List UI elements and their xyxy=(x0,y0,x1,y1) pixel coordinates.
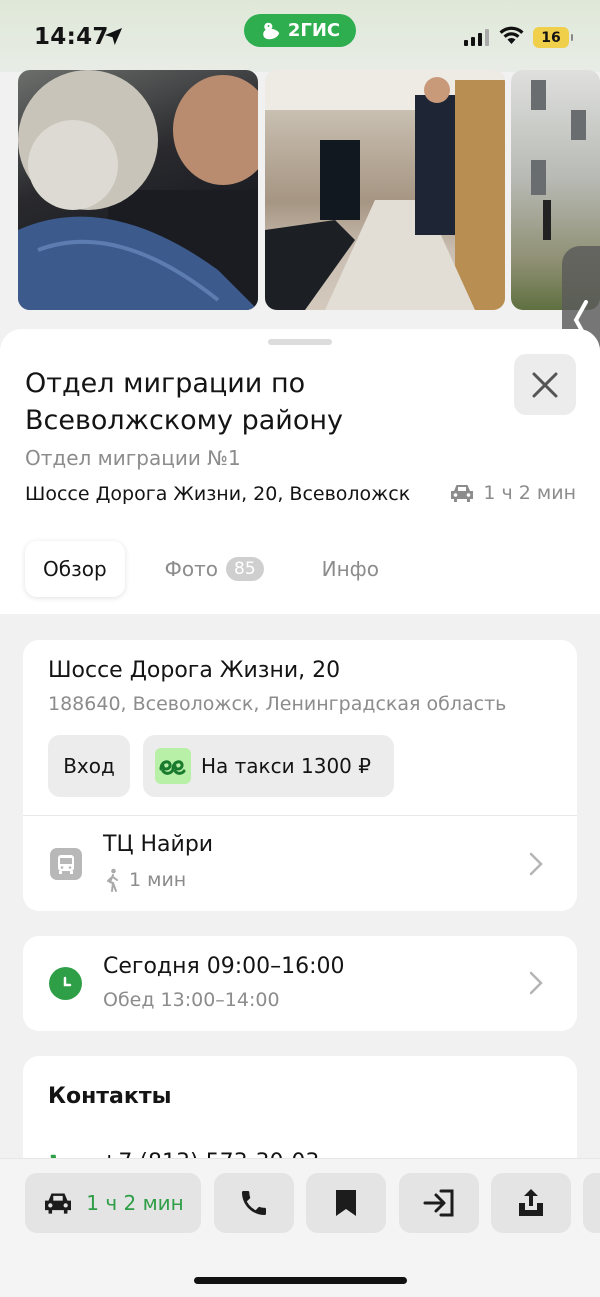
share-icon xyxy=(519,1189,543,1216)
lunch-break: Обед 13:00–14:00 xyxy=(103,989,280,1011)
brand-badge[interactable]: 2ГИС xyxy=(244,14,356,47)
place-header: Отдел миграции по Всеволжскому району От… xyxy=(0,329,600,614)
route-button[interactable]: 1 ч 2 мин xyxy=(25,1173,201,1233)
clock-icon xyxy=(49,967,82,1000)
walk-time-label: 1 мин xyxy=(129,869,187,891)
navigate-button[interactable] xyxy=(399,1173,479,1233)
tab-label: Обзор xyxy=(43,557,107,581)
car-icon xyxy=(451,485,474,502)
place-tabs: Обзор Фото 85 Инфо xyxy=(25,541,397,597)
brand-name: 2ГИС xyxy=(287,20,341,41)
bookmark-button[interactable] xyxy=(306,1173,386,1233)
photo-gallery[interactable] xyxy=(0,70,600,394)
tab-label: Фото xyxy=(164,557,218,581)
place-address[interactable]: Шоссе Дорога Жизни, 20, Всеволожск xyxy=(25,483,410,505)
hours-card[interactable]: Сегодня 09:00–16:00 Обед 13:00–14:00 xyxy=(23,936,577,1031)
duck-logo-icon xyxy=(263,22,280,39)
contacts-heading: Контакты xyxy=(48,1084,172,1109)
car-icon xyxy=(45,1193,72,1214)
address-card: Шоссе Дорога Жизни, 20 188640, Всеволожс… xyxy=(23,640,577,911)
nearest-stop-name[interactable]: ТЦ Найри xyxy=(103,832,213,857)
route-time-label: 1 ч 2 мин xyxy=(86,1191,184,1215)
tab-overview[interactable]: Обзор xyxy=(25,541,125,597)
more-button[interactable] xyxy=(583,1173,600,1233)
drive-time[interactable]: 1 ч 2 мин xyxy=(449,482,576,504)
chevron-right-icon xyxy=(529,971,543,995)
share-button[interactable] xyxy=(491,1173,571,1233)
photo-crowd-illustration xyxy=(18,70,258,310)
card-divider xyxy=(23,815,577,816)
photo-corridor-illustration xyxy=(265,70,505,310)
photo-count-badge: 85 xyxy=(226,557,264,581)
bottom-action-bar: 1 ч 2 мин xyxy=(0,1158,600,1297)
street-address[interactable]: Шоссе Дорога Жизни, 20 xyxy=(48,658,340,683)
gallery-photo[interactable] xyxy=(18,70,258,310)
gallery-photo[interactable] xyxy=(265,70,505,310)
battery-indicator: 16 xyxy=(533,27,573,48)
status-time: 14:47 xyxy=(34,24,109,50)
wifi-icon xyxy=(499,26,524,44)
sheet-grabber[interactable] xyxy=(268,339,332,345)
bookmark-icon xyxy=(336,1190,356,1216)
taxi-button[interactable]: На такси 1300 ₽ xyxy=(143,735,394,797)
status-bar: 14:47 2ГИС 16 xyxy=(0,0,600,72)
signal-icon xyxy=(464,29,489,46)
call-button[interactable] xyxy=(214,1173,294,1233)
close-icon xyxy=(532,372,558,397)
entrance-label: Вход xyxy=(63,754,115,778)
opening-hours: Сегодня 09:00–16:00 xyxy=(103,954,345,979)
taxi-logo-icon xyxy=(155,748,191,784)
home-indicator[interactable] xyxy=(194,1277,407,1284)
place-subtitle: Отдел миграции №1 xyxy=(25,446,241,470)
walk-time: 1 мин xyxy=(105,868,186,892)
postal-address: 188640, Всеволожск, Ленинградская област… xyxy=(48,693,507,715)
location-arrow-icon xyxy=(104,27,123,46)
entrance-button[interactable]: Вход xyxy=(48,735,130,797)
taxi-label: На такси 1300 ₽ xyxy=(201,754,371,778)
place-title: Отдел миграции по Всеволжскому району xyxy=(25,368,343,436)
place-card-sheet: Отдел миграции по Всеволжскому району От… xyxy=(0,329,600,1297)
tab-photos[interactable]: Фото 85 xyxy=(147,541,282,597)
phone-icon xyxy=(242,1191,266,1215)
chevron-right-icon[interactable] xyxy=(529,852,543,876)
enter-icon xyxy=(423,1189,454,1217)
tab-info[interactable]: Инфо xyxy=(304,541,397,597)
drive-time-label: 1 ч 2 мин xyxy=(483,482,576,504)
pedestrian-icon xyxy=(107,868,118,892)
bus-icon xyxy=(50,848,82,880)
tab-label: Инфо xyxy=(321,557,380,581)
close-button[interactable] xyxy=(514,354,576,415)
